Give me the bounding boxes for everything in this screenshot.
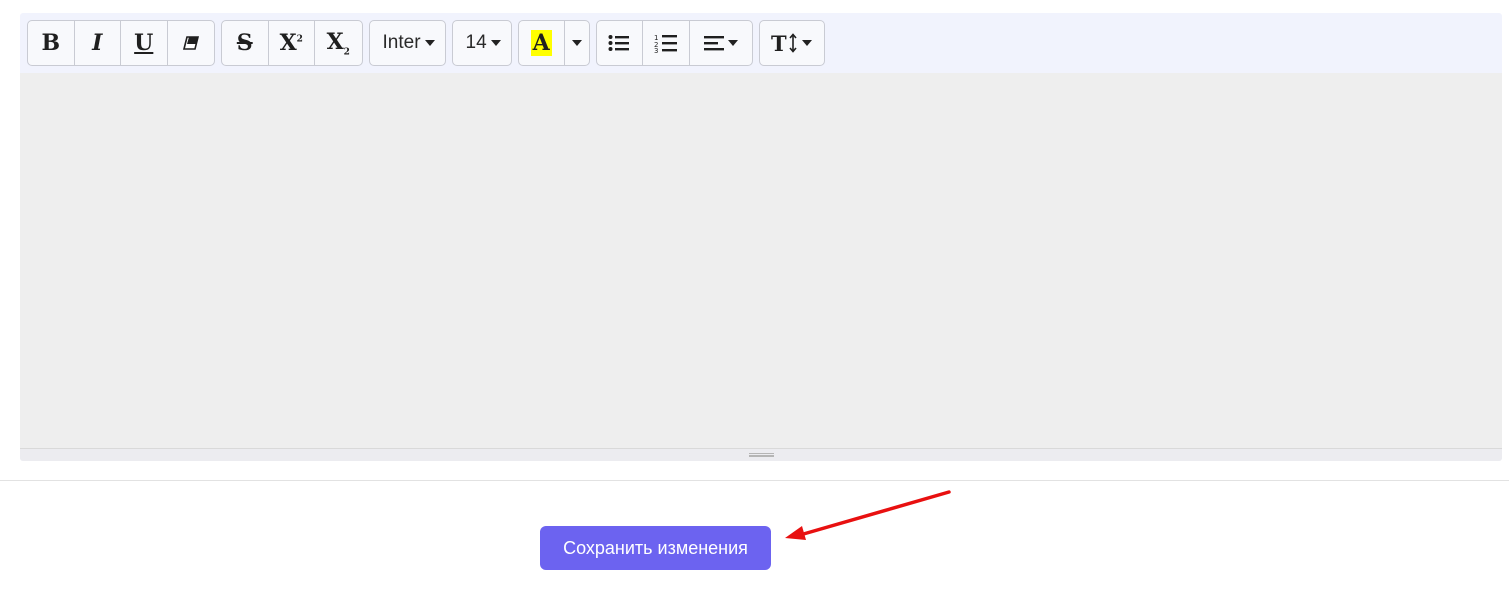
line-height-dropdown[interactable]: T (760, 21, 824, 65)
color-group: A (517, 20, 590, 66)
rich-text-editor: B I U S X2 X2 Inter 14 A 1 2 3 T (20, 13, 1502, 461)
font-size-dropdown[interactable]: 14 (453, 21, 511, 65)
chevron-down-icon (802, 40, 813, 46)
editor-toolbar: B I U S X2 X2 Inter 14 A 1 2 3 T (27, 20, 831, 66)
bullet-list-button[interactable] (597, 21, 644, 65)
style-group: B I U (27, 20, 215, 66)
font-family-group: Inter (368, 20, 446, 66)
grip-icon (749, 453, 774, 457)
subscript-button[interactable]: X2 (315, 21, 362, 65)
italic-icon: I (92, 30, 103, 56)
editor-resize-handle[interactable] (20, 449, 1502, 461)
numbered-list-icon: 1 2 3 (654, 34, 677, 53)
numbered-list-button[interactable]: 1 2 3 (643, 21, 690, 65)
script-group: S X2 X2 (221, 20, 363, 66)
font-size-value: 14 (465, 32, 487, 53)
bold-icon: B (41, 30, 61, 56)
bold-button[interactable]: B (28, 21, 75, 65)
paragraph-group: 1 2 3 (595, 20, 753, 66)
underline-button[interactable]: U (121, 21, 168, 65)
svg-text:3: 3 (654, 47, 658, 53)
chevron-down-icon (571, 40, 582, 46)
save-changes-button[interactable]: Сохранить изменения (540, 526, 771, 570)
italic-button[interactable]: I (75, 21, 121, 65)
clear-format-button[interactable] (168, 21, 215, 65)
line-height-group: T (758, 20, 825, 66)
color-dropdown-button[interactable] (565, 21, 589, 65)
line-height-icon: T (771, 32, 797, 54)
text-color-icon: A (530, 30, 552, 56)
align-dropdown[interactable] (690, 21, 752, 65)
eraser-icon (182, 36, 199, 50)
strikethrough-icon: S (236, 30, 253, 56)
underline-icon: U (134, 30, 154, 56)
superscript-button[interactable]: X2 (269, 21, 315, 65)
superscript-icon: X2 (279, 30, 303, 56)
subscript-icon: X2 (326, 28, 350, 58)
font-family-dropdown[interactable]: Inter (370, 21, 445, 65)
text-color-button[interactable]: A (519, 21, 565, 65)
font-family-value: Inter (382, 32, 421, 53)
annotation-arrow (785, 490, 951, 540)
align-left-icon (703, 36, 724, 51)
editor-content-area[interactable] (20, 73, 1502, 449)
svg-text:T: T (771, 32, 787, 54)
chevron-down-icon (490, 40, 501, 46)
strikethrough-button[interactable]: S (222, 21, 269, 65)
font-size-group: 14 (451, 20, 512, 66)
chevron-down-icon (727, 40, 738, 46)
bullet-list-icon (608, 35, 630, 51)
divider (0, 480, 1509, 481)
chevron-down-icon (424, 40, 435, 46)
